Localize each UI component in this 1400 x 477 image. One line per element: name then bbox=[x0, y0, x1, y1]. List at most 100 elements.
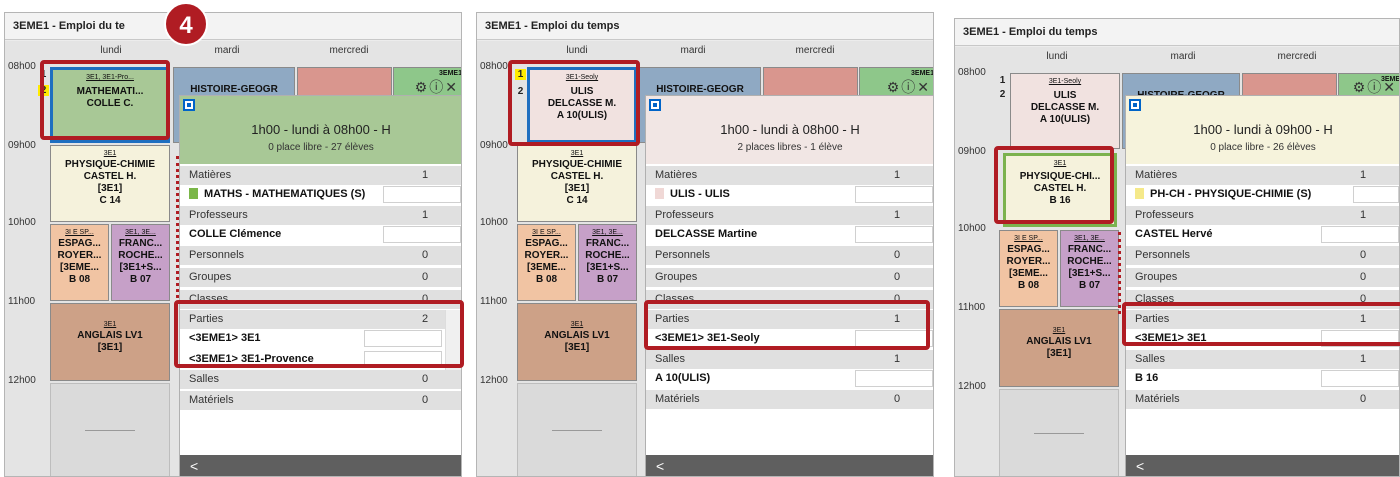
day-header-mardi: mardi bbox=[214, 45, 240, 56]
section-label: Personnels bbox=[1135, 249, 1191, 261]
section-count: 0 bbox=[421, 271, 429, 283]
hour-label: 09h00 bbox=[958, 146, 986, 157]
course-cell-espagnol[interactable]: 3I E SP... ESPAG... ROYER... [3EME... B … bbox=[50, 224, 109, 301]
course-class-label: 3E1 bbox=[103, 321, 117, 328]
share-icon[interactable]: < bbox=[190, 458, 198, 474]
section-matieres: Matières 1 bbox=[646, 166, 933, 185]
course-cell-anglais[interactable]: 3E1 ANGLAIS LV1 [3E1] bbox=[50, 303, 170, 381]
section-count: 1 bbox=[893, 209, 901, 221]
course-cell-physique[interactable]: 3E1 PHYSIQUE-CHIMIE CASTEL H. [3E1] C 14 bbox=[50, 145, 170, 222]
value-box bbox=[1321, 226, 1399, 243]
section-professeurs: Professeurs 1 bbox=[646, 206, 933, 225]
section-materiels: Matériels 0 bbox=[1126, 390, 1399, 409]
value-box bbox=[1353, 186, 1399, 203]
professeur-value[interactable]: COLLE Clémence bbox=[180, 225, 461, 244]
course-class-label: 3I E SP... bbox=[65, 229, 94, 236]
salle-value[interactable]: A 10(ULIS) bbox=[646, 369, 933, 388]
hour-label: 08h00 bbox=[958, 67, 986, 78]
section-personnels: Personnels 0 bbox=[180, 246, 461, 265]
course-cell-francais[interactable]: 3E1, 3E... FRANC... ROCHE... [3E1+S... B… bbox=[1060, 230, 1119, 307]
course-class-label: 3E1-Seoly bbox=[1048, 78, 1082, 85]
info-icon[interactable]: ⓘ bbox=[1367, 79, 1383, 95]
share-icon[interactable]: < bbox=[1136, 458, 1144, 474]
close-icon[interactable]: ✕ bbox=[917, 79, 931, 95]
course-cell-ulis[interactable]: 3E1-Seoly ULIS DELCASSE M. A 10(ULIS) bbox=[1010, 73, 1120, 149]
popup-time: 1h00 - lundi à 08h00 - H bbox=[251, 122, 391, 137]
hour-label: 09h00 bbox=[480, 140, 508, 151]
course-cell-francais[interactable]: 3E1, 3E... FRANC... ROCHE... [3E1+S... B… bbox=[578, 224, 637, 301]
popup-footer: < bbox=[1126, 455, 1399, 476]
section-count: 0 bbox=[421, 394, 429, 406]
course-cell-francais[interactable]: 3E1, 3E... FRANC... ROCHE... [3E1+S... B… bbox=[111, 224, 170, 301]
highlight-course-cell bbox=[40, 60, 170, 140]
section-count: 0 bbox=[1359, 271, 1367, 283]
professeur-text: CASTEL Hervé bbox=[1135, 228, 1213, 240]
course-text: ANGLAIS LV1 [3E1] bbox=[544, 330, 610, 353]
select-square-icon[interactable] bbox=[183, 99, 195, 111]
course-cell-espagnol[interactable]: 3I E SP... ESPAG... ROYER... [3EME... B … bbox=[999, 230, 1058, 307]
matiere-value[interactable]: ULIS - ULIS bbox=[646, 185, 933, 204]
share-icon[interactable]: < bbox=[656, 458, 664, 474]
course-cell-physique[interactable]: 3E1 PHYSIQUE-CHIMIE CASTEL H. [3E1] C 14 bbox=[517, 145, 637, 222]
section-matieres: Matières 1 bbox=[180, 166, 461, 185]
section-professeurs: Professeurs 1 bbox=[1126, 206, 1399, 225]
close-icon[interactable]: ✕ bbox=[1383, 79, 1397, 95]
value-box bbox=[383, 226, 461, 243]
course-class-label: 3I E SP... bbox=[532, 229, 561, 236]
hour-label: 12h00 bbox=[8, 375, 36, 386]
professeur-value[interactable]: CASTEL Hervé bbox=[1126, 225, 1399, 244]
select-square-icon[interactable] bbox=[649, 99, 661, 111]
course-cell-espagnol[interactable]: 3I E SP... ESPAG... ROYER... [3EME... B … bbox=[517, 224, 576, 301]
section-label: Groupes bbox=[655, 271, 698, 283]
section-label: Matériels bbox=[1135, 393, 1180, 405]
empty-slot-mark bbox=[85, 430, 135, 431]
professeur-text: DELCASSE Martine bbox=[655, 228, 758, 240]
course-text: ANGLAIS LV1 [3E1] bbox=[1026, 336, 1092, 359]
section-label: Professeurs bbox=[655, 209, 714, 221]
slot-number-1: 1 bbox=[999, 75, 1006, 86]
day-header-mardi: mardi bbox=[680, 45, 706, 56]
course-text: 3EME1 bbox=[911, 70, 934, 77]
section-count: 1 bbox=[1359, 169, 1367, 181]
matiere-value[interactable]: PH-CH - PHYSIQUE-CHIMIE (S) bbox=[1126, 185, 1399, 204]
popup-footer: < bbox=[180, 455, 461, 476]
course-text: ESPAG... ROYER... [3EME... B 08 bbox=[1006, 244, 1051, 291]
course-cell-anglais[interactable]: 3E1 ANGLAIS LV1 [3E1] bbox=[999, 309, 1119, 387]
course-class-label: 3E1, 3E... bbox=[125, 229, 156, 236]
hour-label: 08h00 bbox=[480, 61, 508, 72]
popup-places: 0 place libre - 26 élèves bbox=[1210, 142, 1316, 153]
matiere-value[interactable]: MATHS - MATHEMATIQUES (S) bbox=[180, 185, 461, 204]
gear-icon[interactable]: ⚙ bbox=[415, 79, 430, 95]
course-text: ANGLAIS LV1 [3E1] bbox=[77, 330, 143, 353]
select-square-icon[interactable] bbox=[1129, 99, 1141, 111]
info-icon[interactable]: ⓘ bbox=[429, 79, 445, 95]
section-salles: Salles 1 bbox=[646, 350, 933, 369]
section-label: Groupes bbox=[1135, 271, 1178, 283]
professeur-text: COLLE Clémence bbox=[189, 228, 282, 240]
professeur-value[interactable]: DELCASSE Martine bbox=[646, 225, 933, 244]
salle-text: B 16 bbox=[1135, 372, 1159, 384]
popup-actions: ⚙ⓘ✕ bbox=[1353, 77, 1397, 97]
course-class-label: 3I E SP... bbox=[1014, 235, 1043, 242]
popup-header: 1h00 - lundi à 08h00 - H 2 places libres… bbox=[646, 96, 933, 164]
value-box bbox=[855, 226, 933, 243]
popup-footer: < bbox=[646, 455, 933, 476]
gear-icon[interactable]: ⚙ bbox=[1353, 79, 1368, 95]
hour-label: 11h00 bbox=[958, 302, 986, 313]
course-class-label: 3E1 bbox=[570, 150, 584, 157]
section-label: Professeurs bbox=[189, 209, 248, 221]
info-icon[interactable]: ⓘ bbox=[901, 79, 917, 95]
course-text: FRANC... ROCHE... [3E1+S... B 07 bbox=[585, 238, 630, 285]
hour-label: 11h00 bbox=[480, 296, 508, 307]
section-label: Matières bbox=[189, 169, 232, 181]
popup-places: 2 places libres - 1 élève bbox=[737, 142, 843, 153]
gear-icon[interactable]: ⚙ bbox=[887, 79, 902, 95]
course-text: ESPAG... ROYER... [3EME... B 08 bbox=[524, 238, 569, 285]
hour-label: 11h00 bbox=[8, 296, 36, 307]
close-icon[interactable]: ✕ bbox=[445, 79, 459, 95]
panel-title: 3EME1 - Emploi du temps bbox=[955, 19, 1399, 46]
course-cell-anglais[interactable]: 3E1 ANGLAIS LV1 [3E1] bbox=[517, 303, 637, 381]
course-class-label: 3E1 bbox=[570, 321, 584, 328]
salle-value[interactable]: B 16 bbox=[1126, 369, 1399, 388]
course-class-label: 3E1, 3E... bbox=[1074, 235, 1105, 242]
